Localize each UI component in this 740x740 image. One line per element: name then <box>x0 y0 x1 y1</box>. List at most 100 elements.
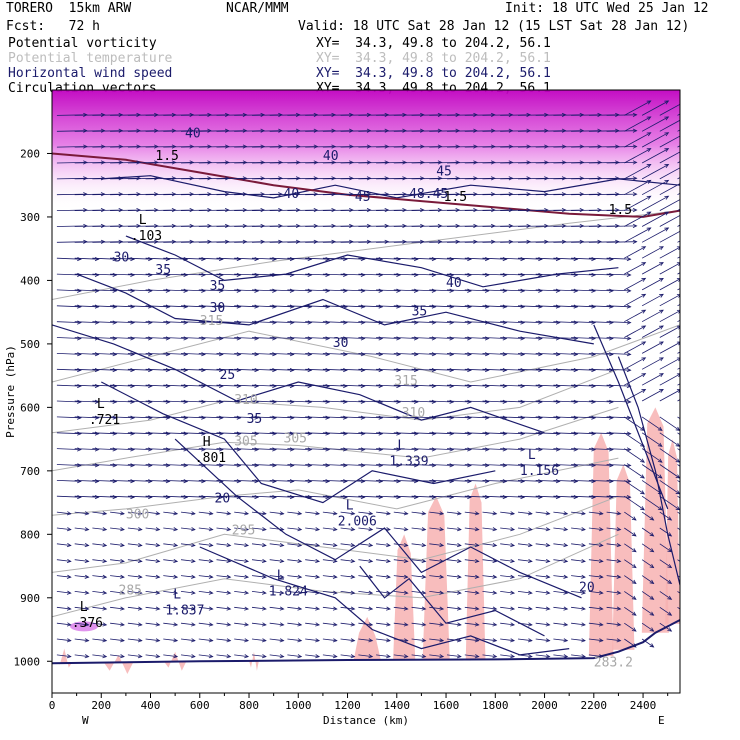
circulation-vector-head <box>682 133 686 136</box>
circulation-vector-head <box>682 101 686 104</box>
circulation-vector-head <box>682 149 686 152</box>
circulation-vector <box>677 399 680 402</box>
extremum-value: 1.339 <box>389 454 428 469</box>
theta-label: 310 <box>402 406 425 421</box>
circulation-vector <box>641 389 664 402</box>
circulation-vector-head <box>700 149 704 152</box>
circulation-vector <box>677 303 680 307</box>
extremum-value: .103 <box>131 229 162 244</box>
circulation-vector <box>677 335 680 338</box>
y-tick-label: 1000 <box>14 655 41 668</box>
circulation-vector <box>641 638 654 648</box>
circulation-vector <box>659 389 680 402</box>
extremum-marker: L <box>173 588 181 603</box>
circulation-vector-head <box>682 117 686 120</box>
circulation-vector-head <box>682 212 686 215</box>
circulation-vector-head <box>685 532 689 536</box>
wind-speed-label: 45 <box>355 190 371 205</box>
x-tick-label: 2400 <box>630 699 657 712</box>
circulation-vector-head <box>700 117 704 120</box>
circulation-vector-head <box>695 294 699 297</box>
pv-lower-fill <box>612 464 635 650</box>
circulation-vector <box>677 113 680 116</box>
wind-speed-label: 35 <box>247 412 263 427</box>
theta-label: 310 <box>234 393 257 408</box>
extremum-marker: L <box>397 438 405 453</box>
wind-speed-label: 40 <box>446 276 462 291</box>
circulation-vector-head <box>693 443 697 446</box>
extremum-value: 1.837 <box>165 604 204 619</box>
extremum-marker: L <box>277 568 285 583</box>
circulation-vector <box>677 161 680 164</box>
circulation-vector-head <box>693 427 697 430</box>
circulation-vector <box>659 310 680 323</box>
circulation-vector <box>641 357 664 370</box>
wind-speed-contour <box>199 546 570 656</box>
circulation-vector <box>677 192 680 196</box>
circulation-vector-head <box>682 165 686 168</box>
circulation-vector-head <box>700 196 704 199</box>
wind-speed-label: 35 <box>210 279 226 294</box>
x-tick-label: 2200 <box>581 699 608 712</box>
circulation-vector <box>659 262 680 275</box>
y-tick-label: 500 <box>20 338 40 351</box>
circulation-vector <box>624 309 646 323</box>
x-tick-label: 0 <box>49 699 56 712</box>
y-tick-label: 900 <box>20 592 40 605</box>
x-tick-label: 1200 <box>334 699 361 712</box>
extremum-marker: L <box>528 448 536 463</box>
y-tick-label: 200 <box>20 147 40 160</box>
x-end-label-west: W <box>82 714 89 727</box>
circulation-vector-head <box>693 459 697 463</box>
circulation-vector-head <box>700 101 704 104</box>
circulation-vector-head <box>700 180 704 183</box>
wind-speed-label: 40 <box>284 187 300 202</box>
x-end-label-east: E <box>658 714 665 727</box>
circulation-vector <box>659 326 680 338</box>
circulation-vector-head <box>693 491 697 494</box>
theta-label: 295 <box>232 523 255 538</box>
y-axis-label: Pressure (hPa) <box>4 345 17 438</box>
x-axis-label: Distance (km) <box>323 714 409 727</box>
circulation-vector <box>659 278 680 291</box>
theta-label: 305 <box>284 431 307 446</box>
circulation-vector <box>624 278 646 291</box>
circulation-vector <box>624 325 646 338</box>
x-tick-label: 2000 <box>531 699 558 712</box>
circulation-vector-head <box>693 506 697 510</box>
wind-speed-label: 20 <box>579 580 595 595</box>
circulation-vector <box>677 367 680 370</box>
circulation-vector <box>624 357 646 370</box>
circulation-vector <box>677 319 680 323</box>
extremum-value: .376 <box>72 616 103 631</box>
circulation-vector <box>677 559 680 562</box>
extremum-value: 1.156 <box>520 464 559 479</box>
theta-contour <box>52 533 619 618</box>
pv-lower-fill <box>465 483 486 660</box>
circulation-vector-head <box>685 580 689 584</box>
circulation-vector-head <box>685 596 689 599</box>
x-tick-label: 400 <box>141 699 161 712</box>
circulation-vector-head <box>695 390 699 393</box>
y-tick-label: 300 <box>20 211 40 224</box>
circulation-vector-head <box>682 180 686 183</box>
circulation-vector-head <box>682 196 686 199</box>
theta-label: 300 <box>126 507 149 522</box>
extremum-value: 1.824 <box>269 584 308 599</box>
wind-speed-label: 30 <box>114 250 130 265</box>
circulation-vector-head <box>695 278 699 281</box>
circulation-vector <box>677 240 680 243</box>
extremum-value: 2.006 <box>338 515 377 530</box>
circulation-vector <box>641 309 664 323</box>
circulation-vector-head <box>695 247 699 250</box>
x-tick-label: 1600 <box>433 699 460 712</box>
theta-label: 305 <box>234 435 257 450</box>
circulation-vector <box>641 262 664 275</box>
circulation-vector <box>641 278 664 291</box>
wind-speed-label: 35 <box>155 263 171 278</box>
circulation-vector <box>641 293 664 307</box>
circulation-vector-head <box>695 326 699 329</box>
circulation-vector-head <box>695 358 699 361</box>
extremum-marker: H <box>203 435 211 450</box>
extremum-marker: L <box>80 600 88 615</box>
